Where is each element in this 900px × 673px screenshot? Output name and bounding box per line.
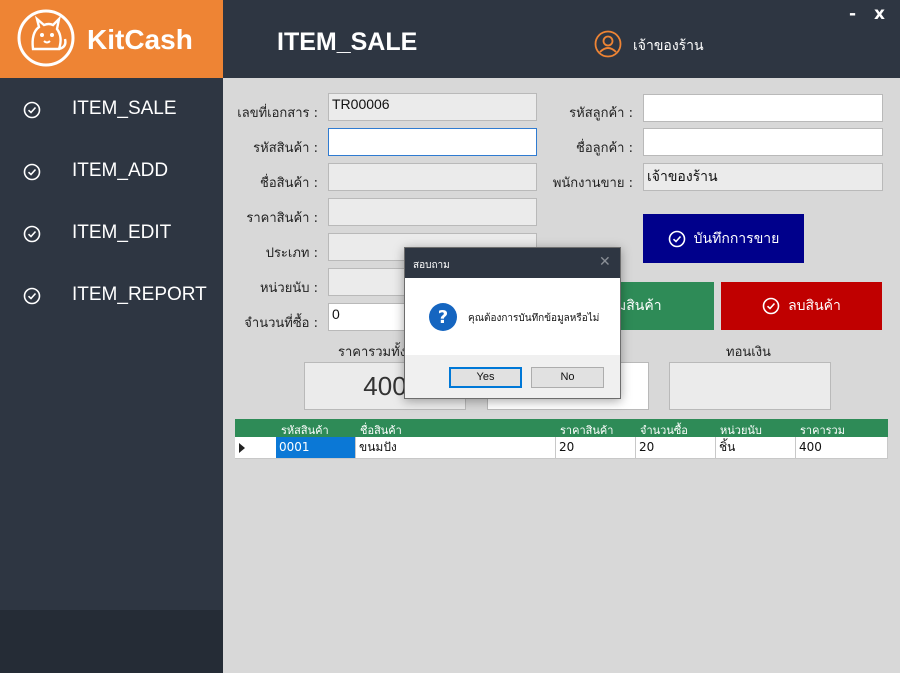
delete-item-button[interactable]: ลบสินค้า [721,282,882,330]
customer-name-input[interactable] [643,128,883,156]
page-title: ITEM_SALE [277,28,418,56]
cell-name[interactable]: ขนมปัง [356,437,556,458]
change-field [669,362,831,410]
product-name-label: ชื่อสินค้า : [260,176,318,191]
product-code-input[interactable] [328,128,537,156]
sidebar-item-label: ITEM_EDIT [72,222,172,243]
sidebar-item-label: ITEM_REPORT [72,284,207,305]
yes-button[interactable]: Yes [449,367,522,388]
price-field[interactable] [328,198,537,226]
svg-text:?: ? [438,307,448,328]
cell-code[interactable]: 0001 [276,437,356,458]
check-circle-icon [23,225,41,243]
save-sale-button[interactable]: บันทึกการขาย [643,214,804,263]
confirm-dialog: สอบถาม ✕ ? คุณต้องการบันทึกข้อมูลหรือไม่… [404,247,621,399]
customer-code-input[interactable] [643,94,883,122]
sidebar-footer [0,610,223,673]
row-pointer-icon [239,443,245,453]
delete-item-label: ลบสินค้า [788,298,841,314]
cell-unit[interactable]: ชิ้น [716,437,796,458]
user-name[interactable]: เจ้าของร้าน [633,35,704,57]
sidebar-item-label: ITEM_ADD [72,160,169,181]
seller-label: พนักงานขาย : [552,176,633,191]
question-icon: ? [429,303,457,331]
sidebar-item-label: ITEM_SALE [72,98,177,119]
cell-qty[interactable]: 20 [636,437,716,458]
check-circle-icon [23,101,41,119]
save-sale-label: บันทึกการขาย [693,230,780,247]
check-circle-icon [668,230,685,247]
no-button[interactable]: No [531,367,604,388]
type-label: ประเภท : [265,246,318,261]
brand-header: KitCash [0,0,223,78]
add-item-label: มสินค้า [617,298,662,314]
sidebar-item-item-add[interactable]: ITEM_ADD [0,148,223,196]
close-button[interactable]: x [874,4,885,24]
dialog-titlebar[interactable]: สอบถาม ✕ [405,248,620,278]
check-circle-icon [23,287,41,305]
brand-name: KitCash [87,24,193,55]
cell-total[interactable]: 400 [796,437,888,458]
change-label: ทอนเงิน [726,345,771,360]
price-label: ราคาสินค้า : [246,211,318,226]
sale-items-grid[interactable]: รหัสสินค้า ชื่อสินค้า ราคาสินค้า จำนวนซื… [235,419,888,459]
sidebar-item-item-report[interactable]: ITEM_REPORT [0,272,223,320]
check-circle-icon [23,163,41,181]
dialog-footer: Yes No [405,355,620,398]
grid-header: รหัสสินค้า ชื่อสินค้า ราคาสินค้า จำนวนซื… [235,419,888,437]
seller-field[interactable]: เจ้าของร้าน [643,163,883,191]
sidebar-item-item-edit[interactable]: ITEM_EDIT [0,210,223,258]
unit-label: หน่วยนับ : [259,281,318,296]
dialog-title: สอบถาม [413,260,450,271]
check-circle-icon [762,297,780,315]
top-header: ITEM_SALE เจ้าของร้าน - x [223,0,900,78]
product-code-label: รหัสสินค้า : [253,141,318,156]
cell-price[interactable]: 20 [556,437,636,458]
cat-logo-icon [17,9,75,67]
total-label: ราคารวมทั้ง [338,345,407,360]
dialog-message: คุณต้องการบันทึกข้อมูลหรือไม่ [468,313,600,324]
user-icon[interactable] [594,30,622,58]
dialog-close-icon[interactable]: ✕ [599,254,611,270]
product-name-field[interactable] [328,163,537,191]
customer-code-label: รหัสลูกค้า : [569,106,633,121]
minimize-button[interactable]: - [849,4,856,24]
doc-no-label: เลขที่เอกสาร : [237,106,318,121]
doc-no-field[interactable]: TR00006 [328,93,537,121]
sidebar-item-item-sale[interactable]: ITEM_SALE [0,86,223,134]
table-row[interactable]: 0001 ขนมปัง 20 20 ชิ้น 400 [235,437,888,459]
sidebar: KitCash ITEM_SALE ITEM_ADD ITEM_EDIT ITE… [0,0,223,673]
customer-name-label: ชื่อลูกค้า : [576,141,633,156]
qty-label: จำนวนที่ซื้อ : [244,316,318,331]
